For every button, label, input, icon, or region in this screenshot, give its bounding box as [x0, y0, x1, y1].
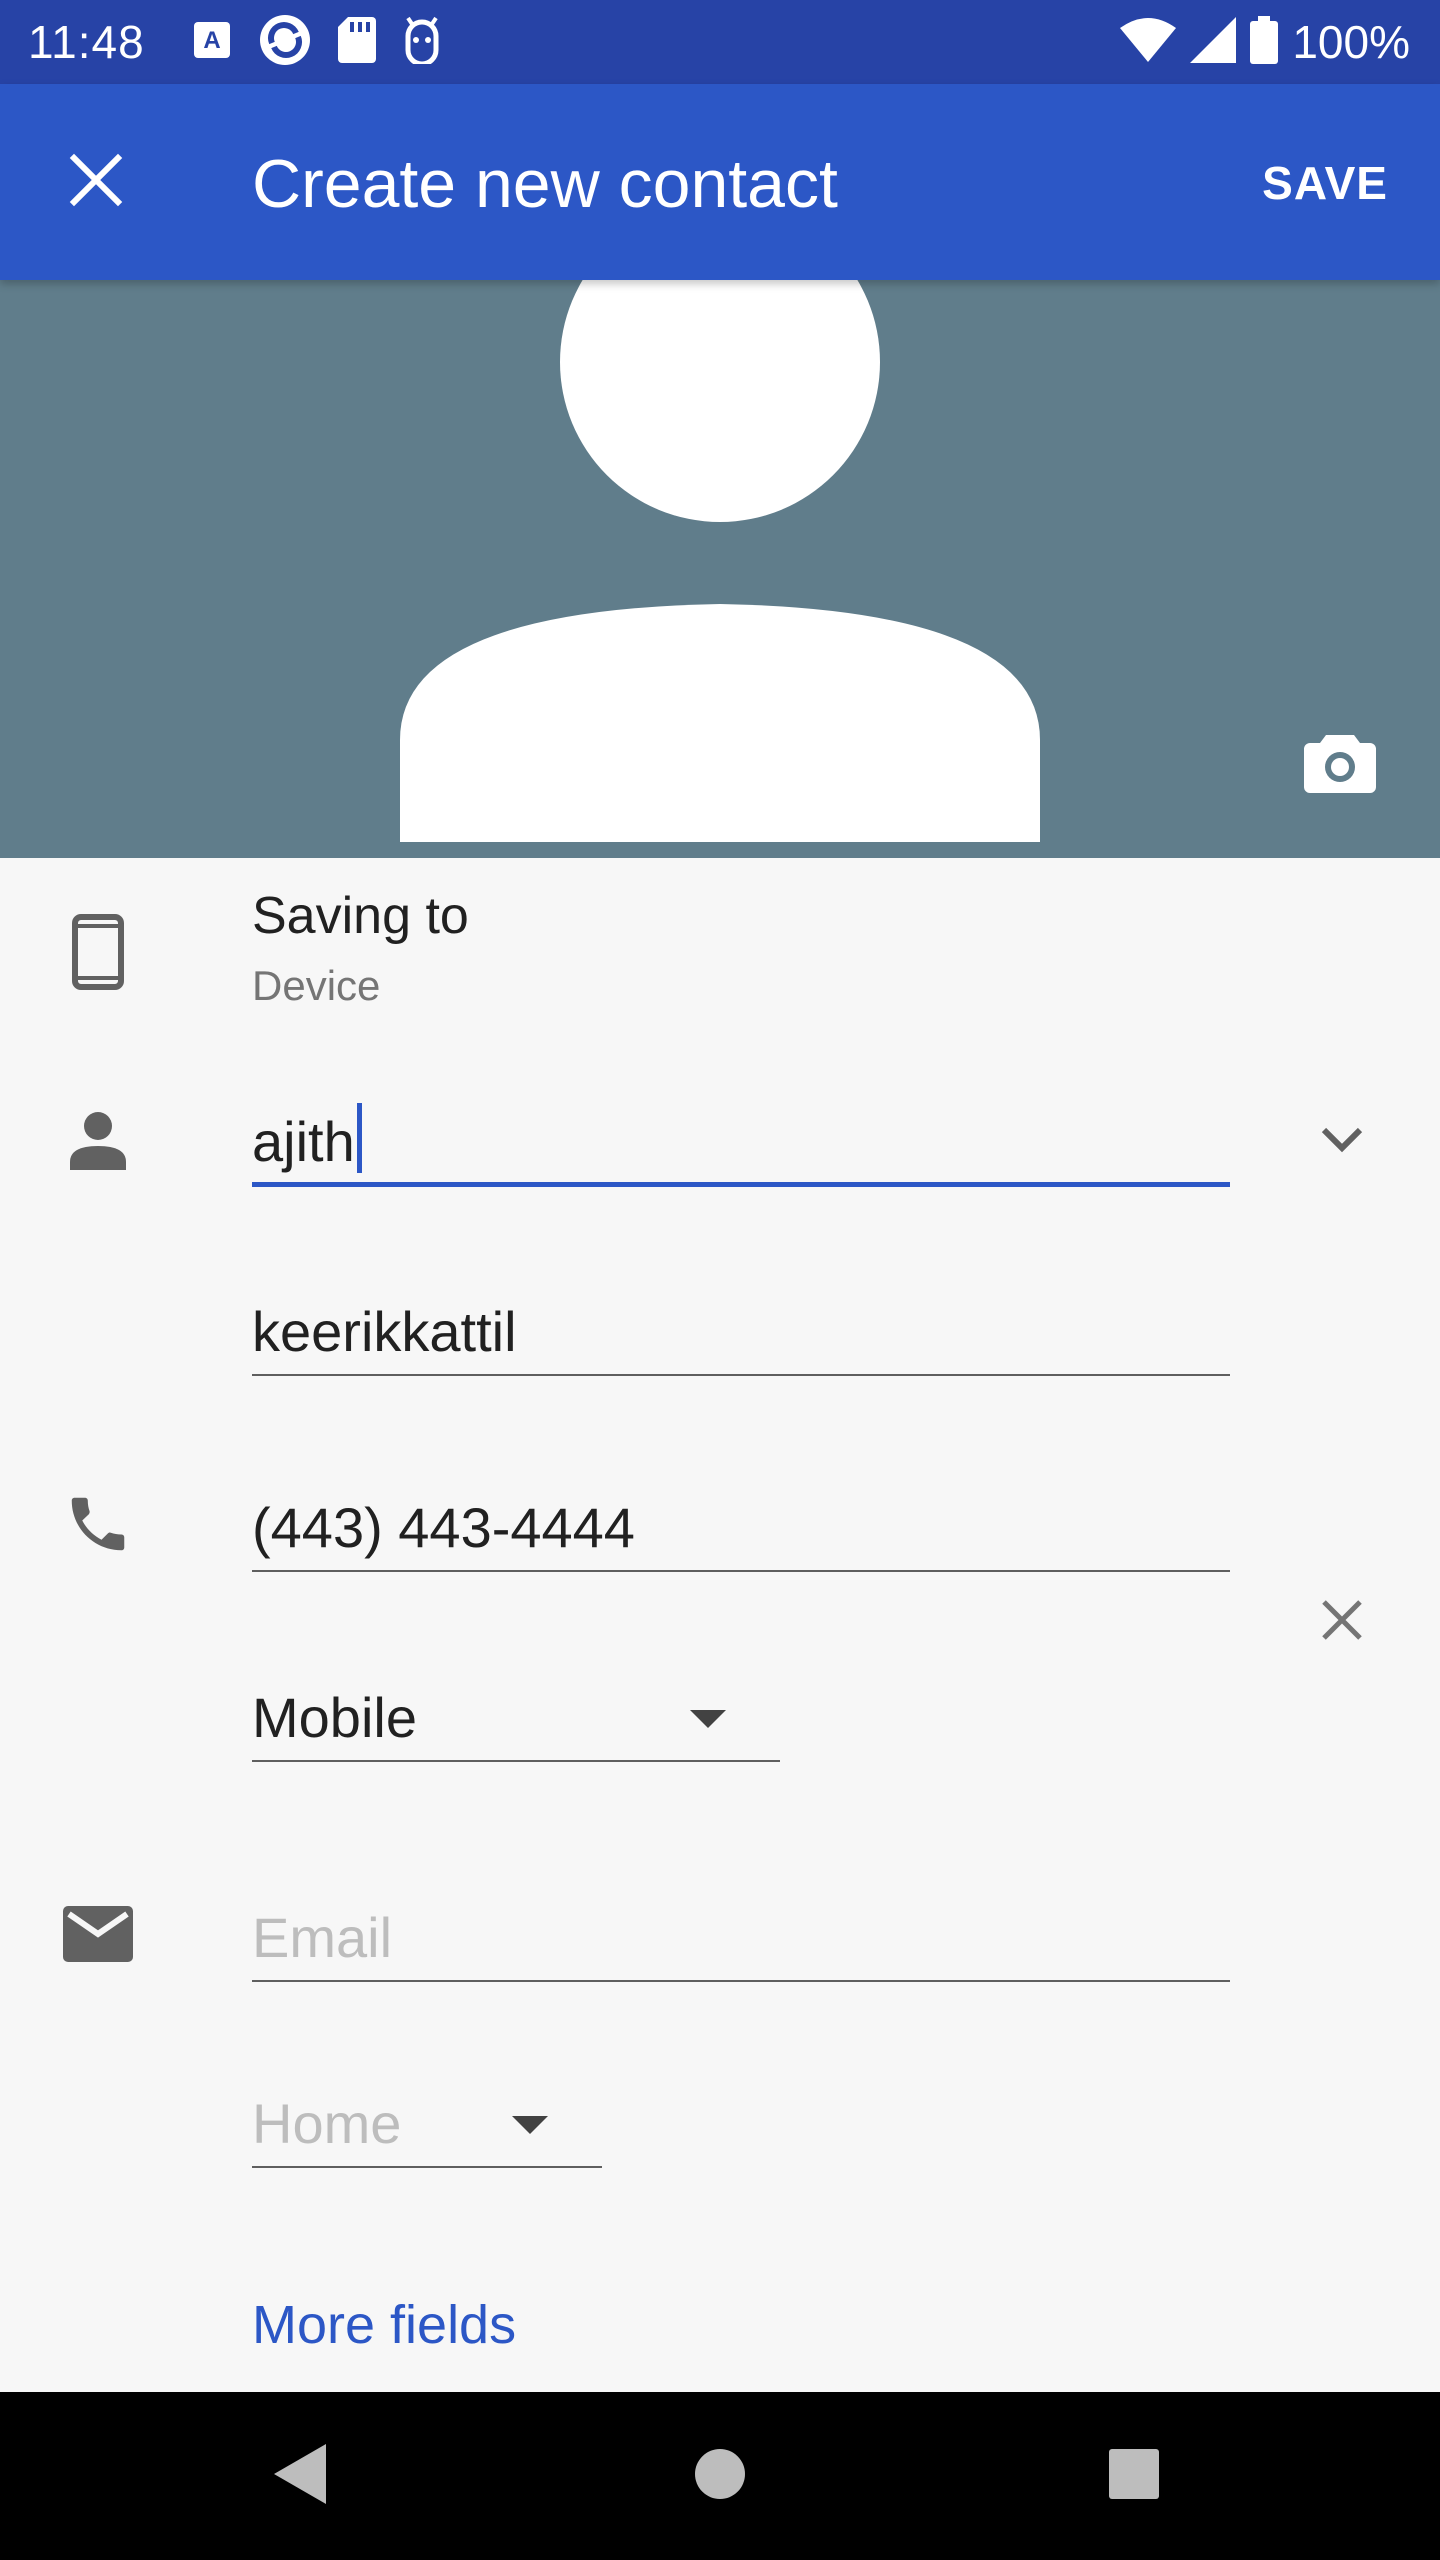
dropdown-arrow-icon — [512, 2116, 548, 2134]
page-title: Create new contact — [252, 146, 838, 222]
email-type-dropdown[interactable]: Home — [252, 2082, 602, 2168]
phone-icon — [50, 1476, 146, 1572]
android-icon — [402, 16, 442, 69]
person-icon — [50, 1092, 146, 1188]
sd-card-icon — [338, 16, 376, 68]
phone-type-dropdown[interactable]: Mobile — [252, 1676, 780, 1762]
close-icon — [68, 152, 124, 213]
first-name-field[interactable]: ajith — [252, 1100, 1230, 1187]
status-time: 11:48 — [28, 16, 145, 68]
phone-device-icon — [50, 904, 146, 1000]
close-icon — [1320, 1598, 1364, 1647]
chevron-down-icon — [1320, 1126, 1364, 1159]
sync-icon — [258, 13, 312, 72]
recents-button[interactable] — [1086, 2428, 1182, 2524]
close-button[interactable] — [48, 134, 144, 230]
dropdown-arrow-icon — [690, 1710, 726, 1728]
recents-icon — [1107, 2447, 1161, 2506]
signal-icon — [1190, 16, 1237, 68]
avatar-placeholder — [400, 280, 1040, 842]
home-icon — [693, 2447, 747, 2506]
email-field[interactable]: Email — [252, 1896, 1230, 1982]
status-icons-left: A — [192, 14, 442, 70]
save-button[interactable]: SAVE — [1262, 148, 1388, 218]
phone-type-value: Mobile — [252, 1686, 417, 1749]
contact-photo-area[interactable] — [0, 280, 1440, 858]
battery-percent: 100% — [1292, 16, 1410, 68]
battery-icon — [1250, 15, 1279, 69]
first-name-value: ajith — [252, 1110, 355, 1173]
a-box-icon: A — [192, 20, 232, 65]
camera-button[interactable] — [1292, 716, 1388, 812]
wifi-icon — [1120, 17, 1177, 67]
saving-to-label[interactable]: Saving to — [252, 884, 469, 948]
email-type-value: Home — [252, 2092, 402, 2155]
last-name-value: keerikkattil — [252, 1300, 517, 1363]
svg-text:A: A — [203, 27, 220, 54]
phone-field[interactable]: (443) 443-4444 — [252, 1486, 1230, 1572]
home-button[interactable] — [672, 2428, 768, 2524]
app-bar: Create new contact SAVE — [0, 84, 1440, 280]
remove-phone-button[interactable] — [1294, 1574, 1390, 1670]
last-name-field[interactable]: keerikkattil — [252, 1290, 1230, 1376]
email-placeholder: Email — [252, 1906, 393, 1969]
expand-name-button[interactable] — [1294, 1094, 1390, 1190]
camera-icon — [1304, 731, 1376, 798]
email-icon — [50, 1886, 146, 1982]
navigation-bar — [0, 2392, 1440, 2560]
phone-value: (443) 443-4444 — [252, 1496, 635, 1559]
status-bar: 11:48 A 100% — [0, 0, 1440, 84]
back-button[interactable] — [252, 2428, 348, 2524]
text-cursor — [356, 1103, 362, 1173]
more-fields-button[interactable]: More fields — [252, 2290, 516, 2360]
status-icons-right: 100% — [1120, 14, 1410, 70]
saving-to-account[interactable]: Device — [252, 958, 380, 1014]
back-icon — [270, 2442, 330, 2511]
